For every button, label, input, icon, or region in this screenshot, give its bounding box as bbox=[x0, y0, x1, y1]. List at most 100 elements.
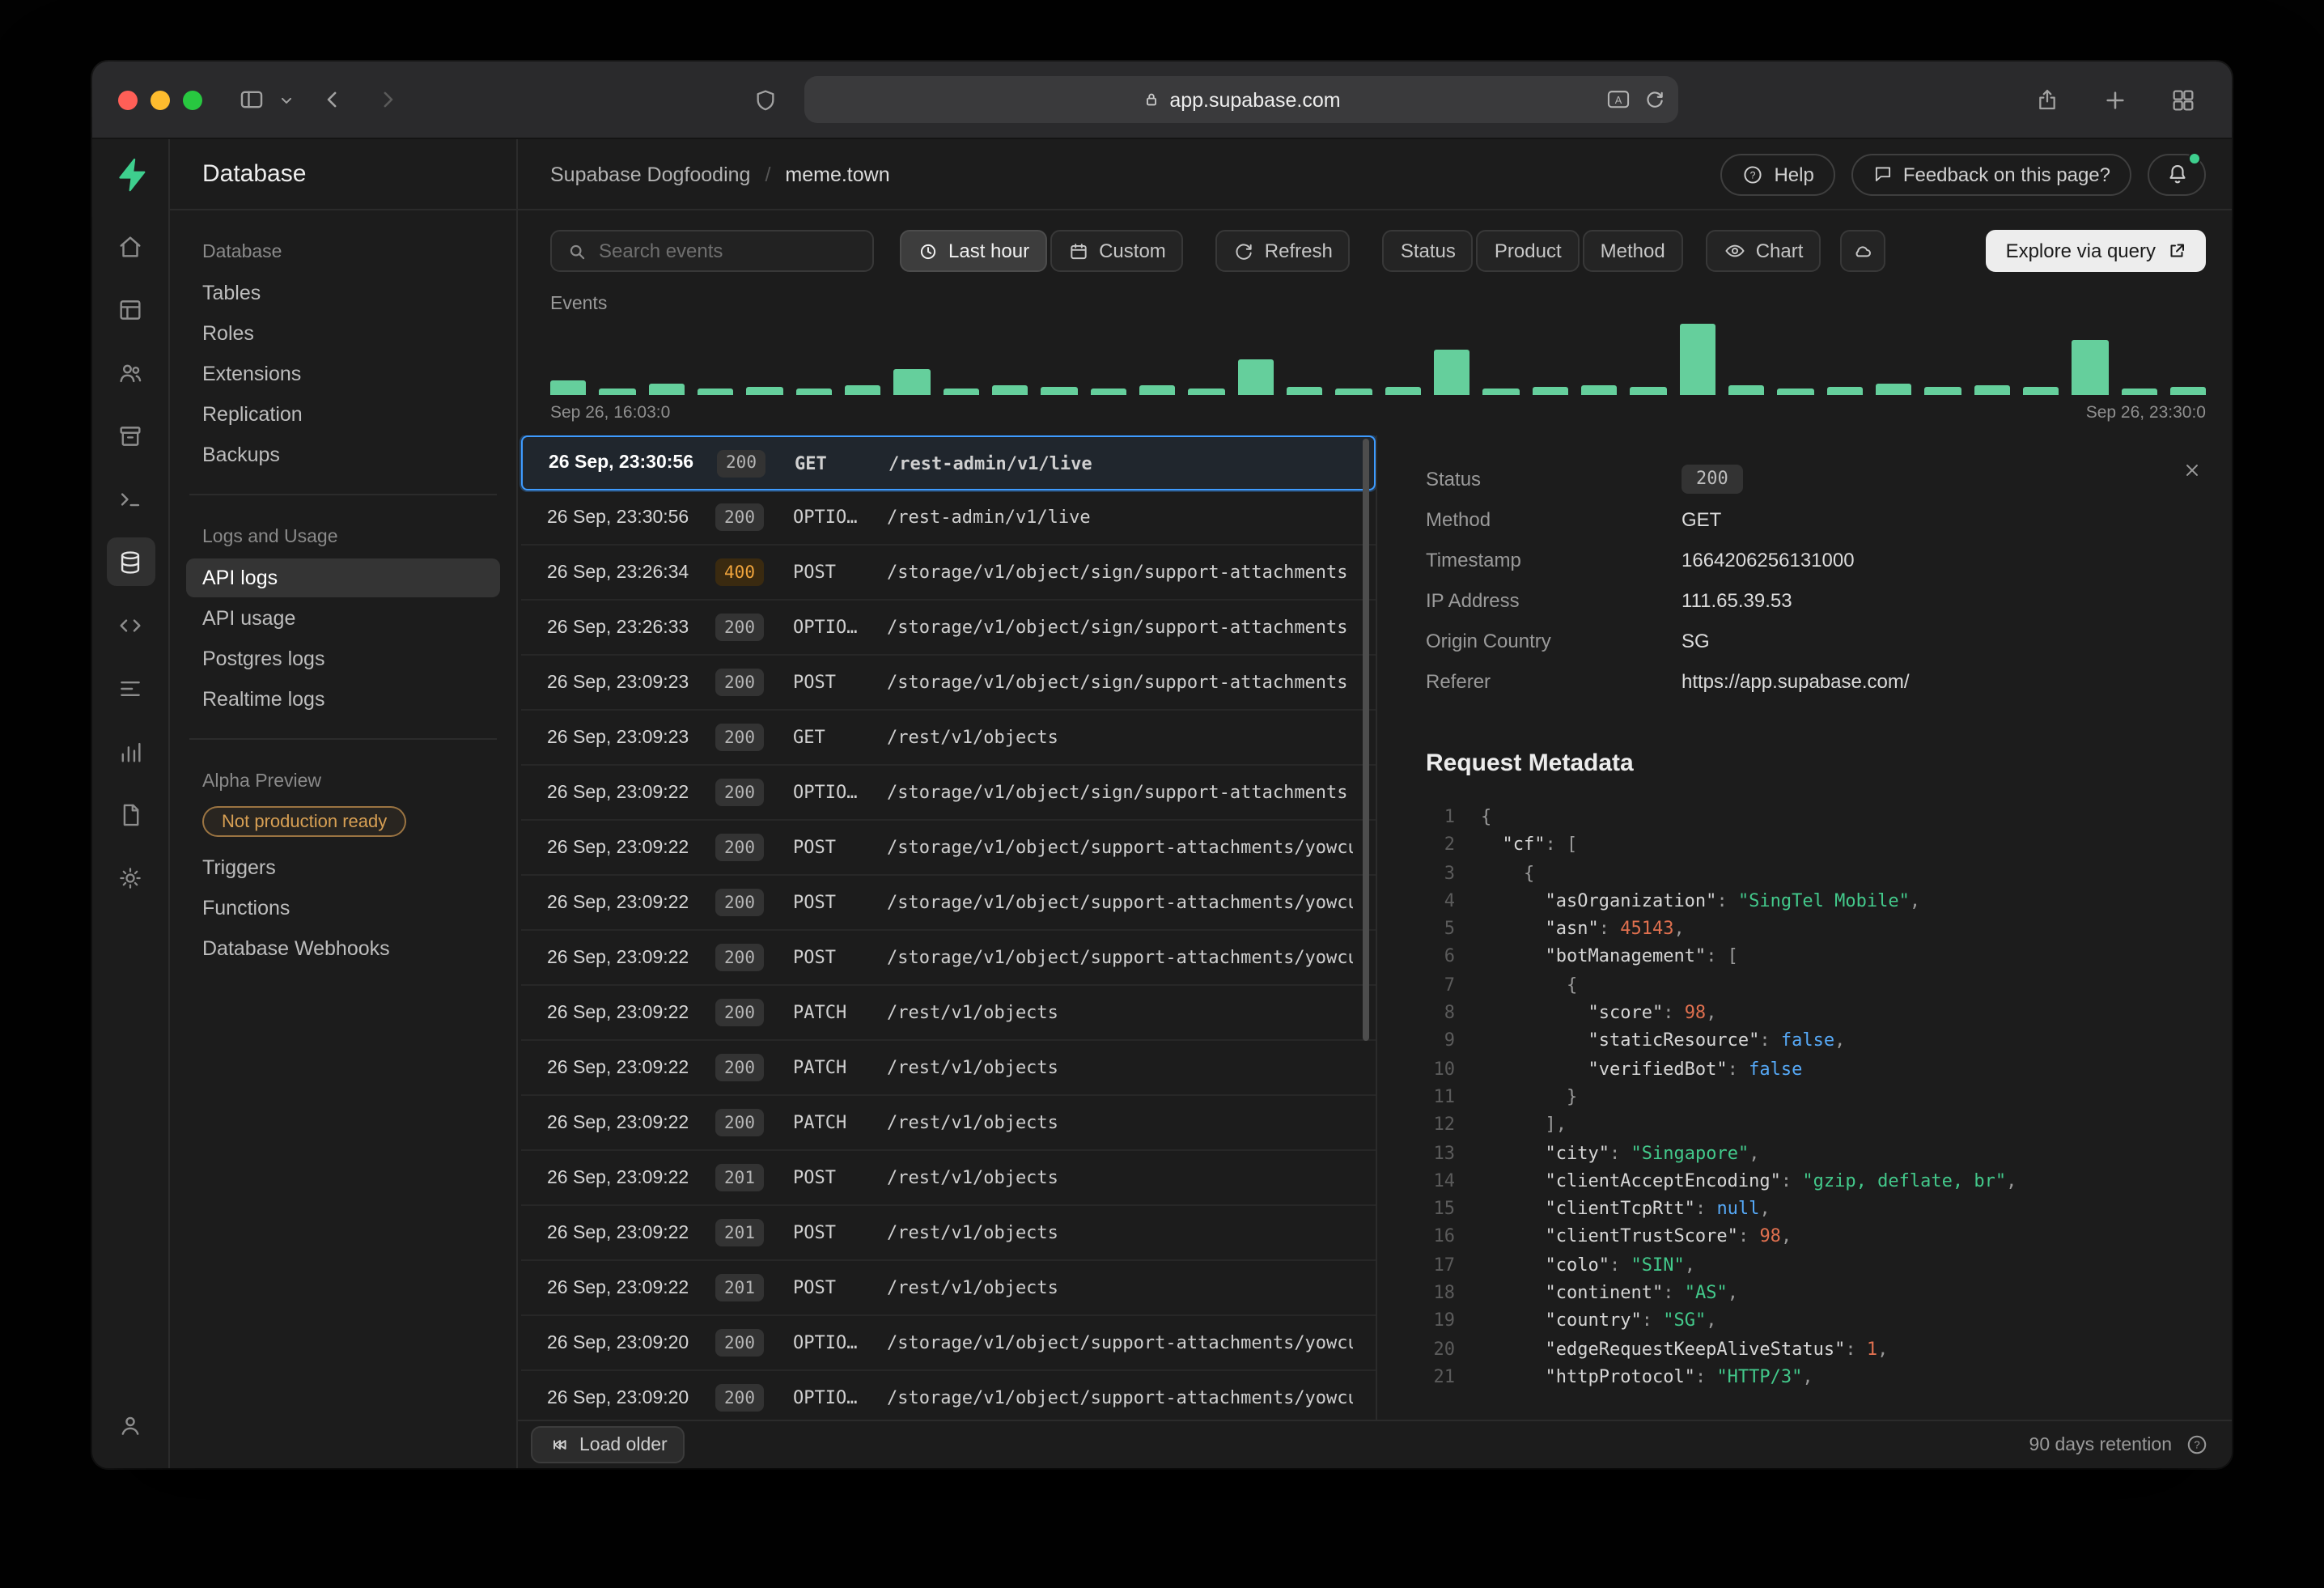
logs-explorer-icon[interactable] bbox=[106, 664, 155, 712]
sidebar-item-extensions[interactable]: Extensions bbox=[186, 355, 500, 393]
auth-users-icon[interactable] bbox=[106, 348, 155, 397]
help-circle-icon: ? bbox=[1741, 163, 1764, 185]
privacy-shield-icon[interactable] bbox=[743, 77, 788, 122]
log-row[interactable]: 26 Sep, 23:09:22200POST/storage/v1/objec… bbox=[521, 931, 1376, 986]
log-timestamp: 26 Sep, 23:09:22 bbox=[547, 1168, 715, 1187]
sidebar-item-api-logs[interactable]: API logs bbox=[186, 558, 500, 597]
new-tab-icon[interactable] bbox=[2093, 77, 2138, 122]
sidebar-item-postgres-logs[interactable]: Postgres logs bbox=[186, 639, 500, 678]
translate-icon[interactable]: A bbox=[1605, 88, 1631, 111]
sidebar-item-triggers[interactable]: Triggers bbox=[186, 848, 500, 887]
events-chart-title: Events bbox=[518, 288, 2232, 317]
status-code-badge: 200 bbox=[715, 669, 764, 696]
sql-editor-icon[interactable] bbox=[106, 474, 155, 523]
log-row[interactable]: 26 Sep, 23:26:33200OPTIO…/storage/v1/obj… bbox=[521, 601, 1376, 656]
table-editor-icon[interactable] bbox=[106, 285, 155, 333]
log-row[interactable]: 26 Sep, 23:09:22200PATCH/rest/v1/objects bbox=[521, 986, 1376, 1041]
settings-gear-icon[interactable] bbox=[106, 853, 155, 902]
log-row[interactable]: 26 Sep, 23:09:22200POST/storage/v1/objec… bbox=[521, 821, 1376, 876]
log-row[interactable]: 26 Sep, 23:09:22201POST/rest/v1/objects bbox=[521, 1261, 1376, 1316]
code-text: "staticResource": false, bbox=[1481, 1027, 1845, 1055]
share-icon[interactable] bbox=[2025, 77, 2070, 122]
home-icon[interactable] bbox=[106, 222, 155, 270]
chart-bar bbox=[1826, 386, 1863, 395]
close-window-button[interactable] bbox=[118, 90, 138, 109]
storage-icon[interactable] bbox=[106, 411, 155, 460]
svg-text:?: ? bbox=[1750, 168, 1756, 180]
close-icon[interactable] bbox=[2173, 452, 2209, 487]
feedback-button[interactable]: Feedback on this page? bbox=[1851, 153, 2131, 195]
log-row[interactable]: 26 Sep, 23:09:22201POST/rest/v1/objects bbox=[521, 1206, 1376, 1261]
log-row[interactable]: 26 Sep, 23:09:22200POST/storage/v1/objec… bbox=[521, 876, 1376, 931]
log-row[interactable]: 26 Sep, 23:09:20200OPTIO…/storage/v1/obj… bbox=[521, 1371, 1376, 1420]
log-method: POST bbox=[793, 1277, 887, 1298]
sidebar-item-database-webhooks[interactable]: Database Webhooks bbox=[186, 929, 500, 968]
reload-icon[interactable] bbox=[1644, 89, 1665, 110]
chevron-down-icon[interactable] bbox=[274, 77, 299, 122]
log-path: /rest/v1/objects bbox=[887, 727, 1353, 748]
notifications-button[interactable] bbox=[2148, 153, 2206, 195]
custom-range-button[interactable]: Custom bbox=[1050, 230, 1184, 272]
search-input[interactable] bbox=[599, 240, 858, 262]
sidebar-item-api-usage[interactable]: API usage bbox=[186, 599, 500, 638]
code-line: 9 "staticResource": false, bbox=[1426, 1027, 2206, 1055]
filter-product-button[interactable]: Product bbox=[1477, 230, 1580, 272]
code-text: "asn": 45143, bbox=[1481, 915, 1685, 943]
breadcrumb-page[interactable]: meme.town bbox=[785, 163, 889, 185]
sidebar-item-functions[interactable]: Functions bbox=[186, 889, 500, 928]
log-row[interactable]: 26 Sep, 23:09:23200POST/storage/v1/objec… bbox=[521, 656, 1376, 711]
log-row[interactable]: 26 Sep, 23:30:56200OPTIO…/rest-admin/v1/… bbox=[521, 490, 1376, 546]
forward-button[interactable] bbox=[364, 77, 409, 122]
chart-bar bbox=[1237, 359, 1274, 395]
log-row[interactable]: 26 Sep, 23:26:34400POST/storage/v1/objec… bbox=[521, 546, 1376, 601]
refresh-button[interactable]: Refresh bbox=[1216, 230, 1351, 272]
sidebar-item-replication[interactable]: Replication bbox=[186, 395, 500, 434]
log-row[interactable]: 26 Sep, 23:09:20200OPTIO…/storage/v1/obj… bbox=[521, 1316, 1376, 1371]
breadcrumb-project[interactable]: Supabase Dogfooding bbox=[550, 163, 750, 185]
tab-overview-icon[interactable] bbox=[2161, 77, 2206, 122]
filter-status-button[interactable]: Status bbox=[1383, 230, 1474, 272]
cloud-icon-button[interactable] bbox=[1840, 230, 1885, 272]
api-code-icon[interactable] bbox=[106, 601, 155, 649]
code-text: "clientAcceptEncoding": "gzip, deflate, … bbox=[1481, 1167, 2017, 1195]
code-text: "httpProtocol": "HTTP/3", bbox=[1481, 1363, 1813, 1391]
reports-icon[interactable] bbox=[106, 727, 155, 775]
explore-label: Explore via query bbox=[2006, 240, 2156, 262]
question-circle-icon[interactable]: ? bbox=[2185, 1433, 2209, 1457]
chart-toggle-button[interactable]: Chart bbox=[1706, 230, 1821, 272]
filter-method-button[interactable]: Method bbox=[1583, 230, 1683, 272]
address-bar[interactable]: app.supabase.com A bbox=[804, 76, 1678, 123]
code-line: 8 "score": 98, bbox=[1426, 999, 2206, 1027]
explore-via-query-button[interactable]: Explore via query bbox=[1987, 230, 2206, 272]
bell-icon bbox=[2165, 162, 2189, 186]
log-method: OPTIO… bbox=[793, 1332, 887, 1353]
log-row[interactable]: 26 Sep, 23:09:22201POST/rest/v1/objects bbox=[521, 1151, 1376, 1206]
log-row[interactable]: 26 Sep, 23:30:56200GET/rest-admin/v1/liv… bbox=[521, 435, 1376, 490]
sidebar-item-realtime-logs[interactable]: Realtime logs bbox=[186, 680, 500, 719]
help-button[interactable]: ? Help bbox=[1720, 153, 1834, 195]
docs-icon[interactable] bbox=[106, 790, 155, 839]
code-text: "score": 98, bbox=[1481, 999, 1716, 1027]
status-code-badge: 201 bbox=[715, 1274, 764, 1301]
table-scrollbar[interactable] bbox=[1363, 439, 1369, 1041]
chart-bar bbox=[747, 386, 783, 395]
zoom-window-button[interactable] bbox=[183, 90, 202, 109]
supabase-logo[interactable] bbox=[111, 155, 150, 194]
log-row[interactable]: 26 Sep, 23:09:22200PATCH/rest/v1/objects bbox=[521, 1041, 1376, 1096]
log-row[interactable]: 26 Sep, 23:09:23200GET/rest/v1/objects bbox=[521, 711, 1376, 766]
browser-sidebar-toggle-icon[interactable] bbox=[228, 77, 274, 122]
status-code-badge: 200 bbox=[715, 1384, 764, 1412]
log-row[interactable]: 26 Sep, 23:09:22200PATCH/rest/v1/objects bbox=[521, 1096, 1376, 1151]
sidebar-item-tables[interactable]: Tables bbox=[186, 274, 500, 312]
back-button[interactable] bbox=[309, 77, 354, 122]
database-icon[interactable] bbox=[106, 537, 155, 586]
sidebar-item-roles[interactable]: Roles bbox=[186, 314, 500, 353]
retention-label: 90 days retention bbox=[2029, 1435, 2172, 1454]
log-path: /storage/v1/object/sign/support-attachme… bbox=[887, 562, 1353, 583]
load-older-button[interactable]: Load older bbox=[531, 1426, 685, 1463]
minimize-window-button[interactable] bbox=[151, 90, 170, 109]
last-hour-button[interactable]: Last hour bbox=[900, 230, 1047, 272]
log-row[interactable]: 26 Sep, 23:09:22200OPTIO…/storage/v1/obj… bbox=[521, 766, 1376, 821]
account-icon[interactable] bbox=[106, 1400, 155, 1449]
sidebar-item-backups[interactable]: Backups bbox=[186, 435, 500, 474]
